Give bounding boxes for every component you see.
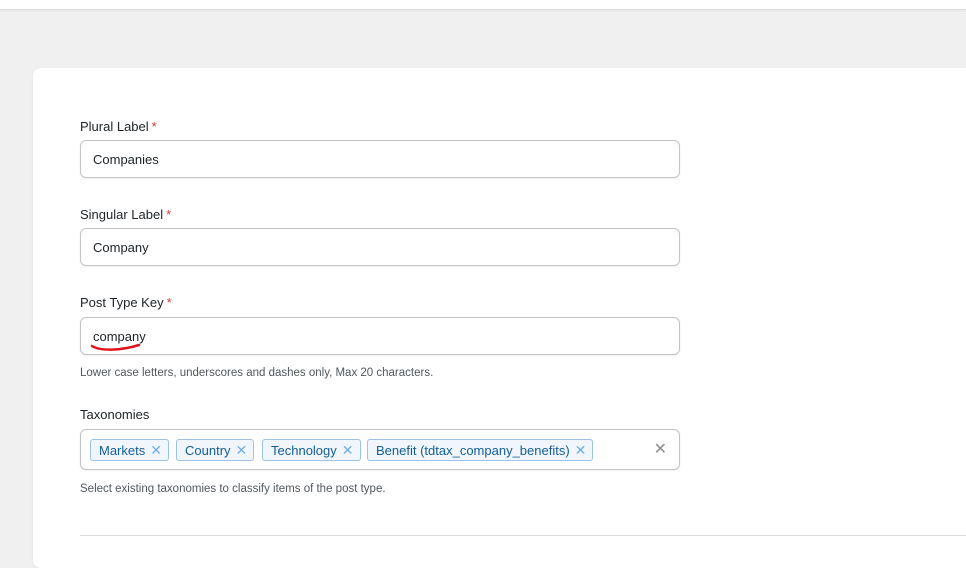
taxonomies-hint: Select existing taxonomies to classify i… [80,483,386,495]
close-icon[interactable]: ✕ [150,442,162,458]
tag-benefit: Benefit (tdtax_company_benefits) ✕ [367,439,594,461]
tag-country: Country ✕ [176,439,255,461]
post-type-key-value: company [93,329,146,344]
tag-label: Technology [271,443,337,458]
tag-label: Country [185,443,231,458]
singular-label-input[interactable]: Company [80,228,680,266]
post-type-key-field: Post Type Key * company Lower case letter… [80,295,680,379]
section-divider [80,535,966,536]
tag-label: Markets [99,443,146,458]
clear-all-close-icon[interactable]: ✕ [654,440,667,460]
singular-label-text: Singular Label [80,207,164,222]
tag-markets: Markets ✕ [90,439,169,461]
post-type-key-text: Post Type Key [80,295,164,310]
post-type-key-hint: Lower case letters, underscores and dash… [80,367,434,379]
taxonomies-field: Taxonomies Markets ✕ Country ✕ Technology ✕… [80,407,680,495]
plural-label-input[interactable]: Companies [80,140,680,178]
tag-technology: Technology ✕ [262,439,361,461]
post-type-key-heading: Post Type Key * [80,295,680,311]
singular-label-field: Singular Label * Company [80,207,680,266]
taxonomies-heading: Taxonomies [80,407,150,422]
close-icon[interactable]: ✕ [342,442,354,458]
taxonomies-select[interactable]: Markets ✕ Country ✕ Technology ✕ Benefit (t… [80,429,680,470]
required-marker: * [151,119,157,134]
required-marker: * [166,207,172,222]
close-icon[interactable]: ✕ [236,442,248,458]
post-type-key-input[interactable]: company [80,317,680,355]
annotation-underline [90,343,141,351]
singular-label-heading: Singular Label * [80,207,680,223]
plural-label-text: Plural Label [80,119,149,134]
required-marker: * [166,295,172,310]
close-icon[interactable]: ✕ [575,442,587,458]
plural-label-heading: Plural Label * [80,119,680,135]
settings-panel: Plural Label * Companies Singular Label * … [33,68,966,568]
plural-label-field: Plural Label * Companies [80,119,680,178]
admin-top-bar [0,0,966,10]
tag-label: Benefit (tdtax_company_benefits) [376,443,570,458]
